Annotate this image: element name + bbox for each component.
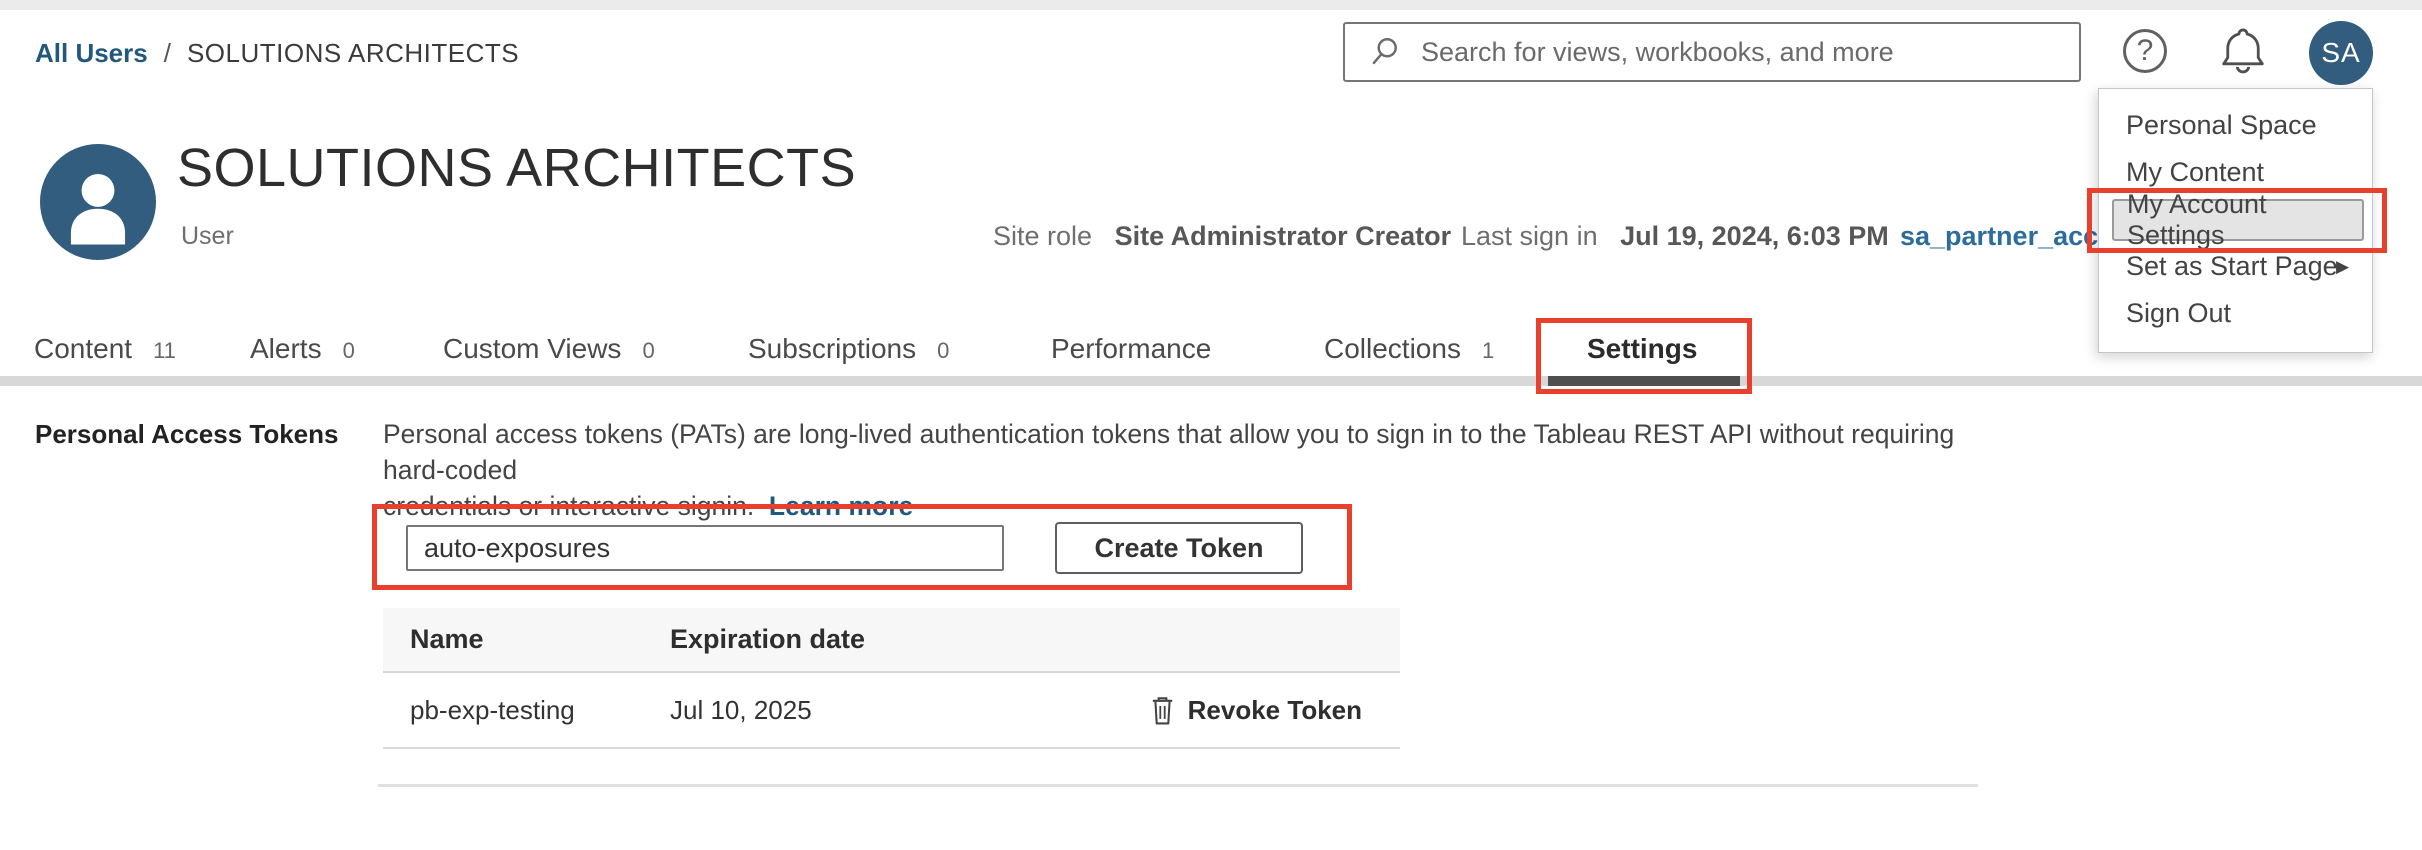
tab-collections[interactable]: Collections1 [1324,333,1494,365]
profile-subtitle: User [181,222,234,251]
tab-custom-views[interactable]: Custom Views0 [443,333,655,365]
column-header-name: Name [383,624,670,655]
column-header-expiration: Expiration date [670,624,865,655]
table-row: pb-exp-testing Jul 10, 2025 Revoke Token [383,673,1400,749]
submenu-arrow-icon: ▶ [2336,257,2349,277]
breadcrumb: All Users / SOLUTIONS ARCHITECTS [35,38,519,69]
token-expiration-cell: Jul 10, 2025 [670,695,812,726]
menu-item-set-as-start-page[interactable]: Set as Start Page ▶ [2099,243,2372,290]
menu-item-my-account-settings[interactable]: My Account Settings [2099,196,2372,243]
search-icon [1369,36,1403,68]
pat-table: Name Expiration date pb-exp-testing Jul … [383,608,1400,749]
last-sign-in-value: Jul 19, 2024, 6:03 PM [1620,221,1889,251]
pat-table-header: Name Expiration date [383,608,1400,673]
avatar[interactable]: SA [2309,21,2373,85]
tab-subscriptions[interactable]: Subscriptions0 [748,333,949,365]
page: All Users / SOLUTIONS ARCHITECTS ? SA SO… [0,0,2422,850]
tab-settings[interactable]: Settings [1587,333,1697,365]
bell-icon[interactable] [2218,24,2268,85]
user-menu: Personal Space My Content My Account Set… [2098,88,2373,353]
help-glyph: ? [2137,34,2154,68]
last-sign-in: Last sign in Jul 19, 2024, 6:03 PM [1461,221,1889,252]
page-title: SOLUTIONS ARCHITECTS [177,137,856,199]
section-divider [378,784,1978,787]
learn-more-link[interactable]: Learn more [769,491,913,521]
highlighted-menu-item: My Account Settings [2112,199,2364,241]
token-name-input[interactable] [406,525,1004,571]
tabbar-divider [0,376,2422,386]
top-window-strip [0,0,2422,10]
search-input[interactable] [1419,36,2079,69]
revoke-token-button[interactable]: Revoke Token [1149,695,1400,726]
last-sign-in-label: Last sign in [1461,221,1598,251]
tab-alerts[interactable]: Alerts0 [250,333,355,365]
tab-performance[interactable]: Performance [1051,333,1211,365]
avatar-initials: SA [2321,37,2360,69]
help-icon[interactable]: ? [2123,29,2167,73]
pat-section-heading: Personal Access Tokens [35,419,338,450]
tab-content[interactable]: Content11 [34,333,176,365]
menu-item-personal-space[interactable]: Personal Space [2099,102,2372,149]
breadcrumb-current: SOLUTIONS ARCHITECTS [187,38,519,69]
create-token-button[interactable]: Create Token [1055,522,1303,574]
breadcrumb-all-users-link[interactable]: All Users [35,38,148,69]
breadcrumb-separator: / [164,38,171,69]
search-box[interactable] [1343,22,2081,82]
menu-item-sign-out[interactable]: Sign Out [2099,290,2372,337]
token-name-cell: pb-exp-testing [383,695,670,726]
pat-description-line2: credentials or interactive signin. [383,491,754,521]
trash-icon [1149,695,1176,726]
pat-description-line1: Personal access tokens (PATs) are long-l… [383,419,1954,485]
active-tab-underline [1548,376,1740,386]
site-role: Site role Site Administrator Creator [993,221,1451,252]
site-role-value: Site Administrator Creator [1115,221,1452,251]
user-avatar-icon [40,144,156,260]
site-role-label: Site role [993,221,1092,251]
account-link[interactable]: sa_partner_accou [1900,221,2131,252]
pat-description: Personal access tokens (PATs) are long-l… [383,416,2023,524]
